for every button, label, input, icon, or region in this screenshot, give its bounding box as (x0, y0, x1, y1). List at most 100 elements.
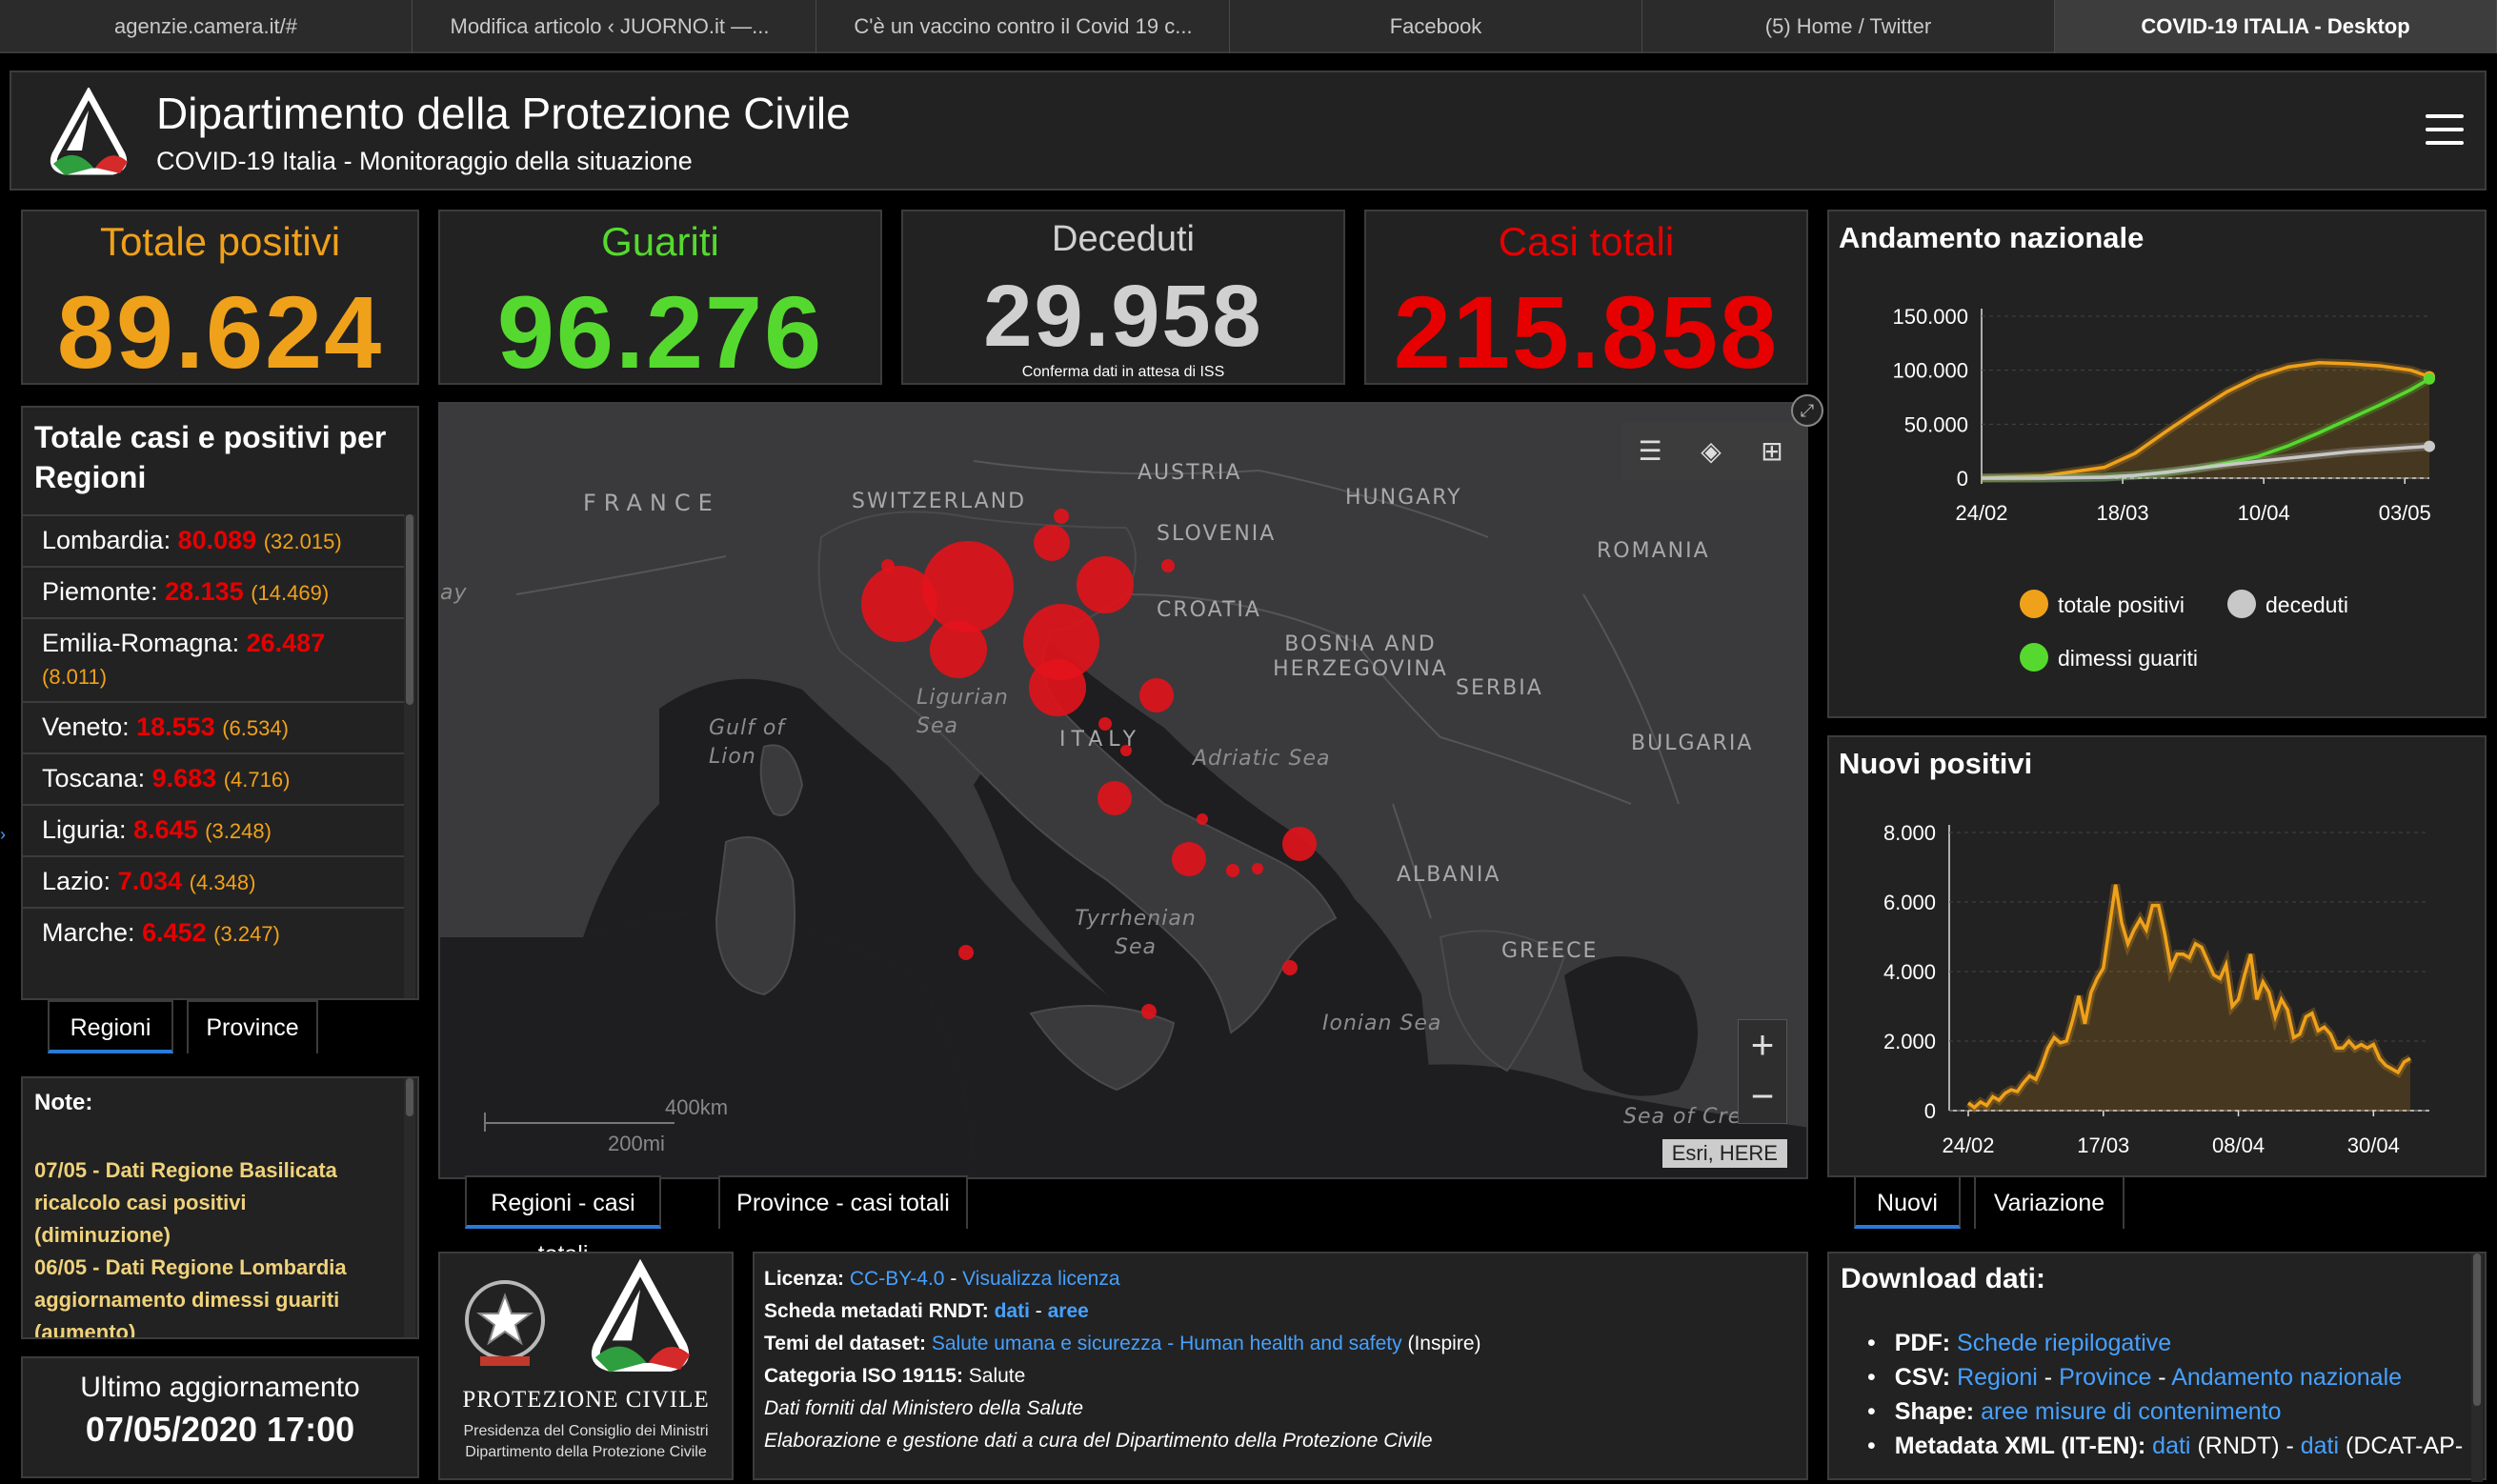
x-tick-label: 03/05 (2379, 501, 2431, 525)
list-item: Veneto: 18.553 (6.534) (23, 701, 408, 752)
tab-province-casi-totali[interactable]: Province - casi totali (718, 1175, 968, 1229)
browser-tab-active[interactable]: COVID-19 ITALIA - Desktop (2055, 0, 2497, 53)
list-item: Piemonte: 28.135 (14.469) (23, 566, 408, 617)
x-tick-label: 30/04 (2347, 1133, 2400, 1157)
page-title: Dipartimento della Protezione Civile (156, 89, 851, 138)
browser-tab[interactable]: Facebook (1230, 0, 1642, 53)
case-circle (881, 559, 895, 572)
zoom-control: + − (1738, 1019, 1787, 1124)
csv-andamento-link[interactable]: Andamento nazionale (2171, 1364, 2402, 1391)
metadata-areas-link[interactable]: aree (1048, 1300, 1089, 1322)
kpi-value: 215.858 (1393, 274, 1780, 390)
tab-regioni[interactable]: Regioni (48, 1000, 173, 1053)
tab-regioni-casi-totali[interactable]: Regioni - casi totali (465, 1175, 661, 1268)
download-csv: CSV: Regioni - Province - Andamento nazi… (1867, 1360, 2463, 1394)
metadata-data-link[interactable]: dati (995, 1300, 1030, 1322)
y-tick-label: 4.000 (1883, 960, 1936, 984)
csv-regioni-link[interactable]: Regioni (1957, 1364, 2038, 1391)
source-line: Dati forniti dal Ministero della Salute (764, 1397, 1083, 1419)
list-item: Toscana: 9.683 (4.716) (23, 752, 408, 804)
shape-link[interactable]: aree misure di contenimento (1981, 1398, 2281, 1425)
themes-link[interactable]: Salute umana e sicurezza - Human health … (932, 1333, 1402, 1354)
chevron-right-icon[interactable]: › (0, 825, 8, 848)
download-panel: Download dati: PDF: Schede riepilogative… (1827, 1252, 2487, 1482)
list-item: Liguria: 8.645 (3.248) (23, 804, 408, 855)
map-scalebar: 400km 200mi (484, 1095, 728, 1155)
dashboard-header: Dipartimento della Protezione Civile COV… (10, 70, 2487, 191)
csv-province-link[interactable]: Province (2059, 1364, 2151, 1391)
license-line: Licenza: CC-BY-4.0 - Visualizza licenza (764, 1268, 1120, 1290)
y-tick-label: 50.000 (1904, 412, 1968, 436)
kpi-value: 29.958 (983, 268, 1263, 365)
download-scrollbar[interactable] (2471, 1253, 2483, 1482)
protezione-civile-logo (50, 88, 128, 175)
regions-list[interactable]: Lombardia: 80.089 (32.015) Piemonte: 28.… (23, 514, 408, 998)
kpi-value: 96.276 (496, 274, 824, 390)
download-xml: Metadata XML (IT-EN): dati (RNDT) - dati… (1867, 1429, 2463, 1463)
kpi-label: Guariti (601, 219, 719, 264)
case-circle (922, 541, 1014, 632)
legend-marker (2227, 590, 2256, 618)
protezione-civile-logo (591, 1259, 691, 1373)
note-item: 07/05 - Dati Regione Basilicata ricalcol… (34, 1158, 337, 1247)
legend-item[interactable]: totale positivi (2020, 590, 2185, 621)
case-circle (861, 566, 937, 642)
x-tick-label: 17/03 (2077, 1133, 2129, 1157)
case-circle (1252, 863, 1263, 874)
chart-national-plot: 0 50.000 100.000 150.000 24/02 18/03 10/04 03/0… (1892, 305, 2435, 525)
pdf-link[interactable]: Schede riepilogative (1957, 1330, 2171, 1356)
y-tick-label: 2.000 (1883, 1030, 1936, 1053)
browser-tab[interactable]: Modifica articolo ‹ JUORNO.it —... (404, 0, 816, 53)
kpi-label: Deceduti (1052, 219, 1195, 259)
legend-marker (2020, 643, 2048, 672)
regions-scrollbar[interactable] (404, 514, 415, 998)
map-view[interactable]: FRANCE SWITZERLAND AUSTRIA HUNGARY SLOVE… (438, 402, 1808, 1179)
map-attribution[interactable]: Esri, HERE (1661, 1139, 1787, 1168)
y-tick-label: 100.000 (1892, 359, 1968, 383)
themes-line: Temi del dataset: Salute umana e sicurez… (764, 1333, 1481, 1354)
legend-list-icon[interactable]: ☰ (1631, 432, 1669, 471)
tab-nuovi[interactable]: Nuovi (1854, 1175, 1961, 1229)
download-title: Download dati: (1841, 1263, 2045, 1294)
list-item: Lombardia: 80.089 (32.015) (23, 514, 408, 566)
download-shape: Shape: aree misure di contenimento (1867, 1394, 2463, 1429)
regions-title: Totale casi e positivi per Regioni (34, 420, 387, 494)
layers-icon[interactable]: ◈ (1692, 432, 1730, 471)
series-area (1982, 362, 2429, 478)
last-update-label: Ultimo aggiornamento (80, 1372, 360, 1403)
tab-province[interactable]: Province (187, 1000, 318, 1053)
zoom-in-button[interactable]: + (1739, 1020, 1786, 1072)
kpi-guariti: Guariti 96.276 (438, 210, 882, 390)
metadata-line: Scheda metadati RNDT: dati - aree (764, 1300, 1089, 1322)
browser-tab[interactable]: C'è un vaccino contro il Covid 19 c... (817, 0, 1230, 53)
case-circle (1141, 1004, 1157, 1019)
regions-panel: Totale casi e positivi per Regioni Lomba… (21, 406, 419, 1000)
case-circle (958, 945, 974, 960)
pc-line1: Presidenza del Consiglio dei Ministri (463, 1423, 709, 1439)
last-update-panel: Ultimo aggiornamento 07/05/2020 17:00 (21, 1356, 419, 1478)
zoom-out-button[interactable]: − (1739, 1072, 1786, 1123)
expand-icon[interactable]: ⤢ (1791, 394, 1823, 427)
xml-rndt-link[interactable]: dati (2152, 1433, 2190, 1459)
iso-line: Categoria ISO 19115: Salute (764, 1365, 1026, 1387)
browser-tab[interactable]: agenzie.camera.it/# (0, 0, 413, 53)
license-panel: Licenza: CC-BY-4.0 - Visualizza licenza … (753, 1252, 1808, 1480)
browser-tab[interactable]: (5) Home / Twitter (1642, 0, 2055, 53)
view-license-link[interactable]: Visualizza licenza (962, 1268, 1119, 1290)
y-tick-label: 6.000 (1883, 891, 1936, 914)
basemap-gallery-icon[interactable]: ⊞ (1753, 432, 1791, 471)
license-link[interactable]: CC-BY-4.0 (850, 1268, 945, 1290)
map-toolbar: ☰ ◈ ⊞ (1621, 423, 1806, 480)
legend-item[interactable]: dimessi guariti (2020, 643, 2198, 674)
case-circle (1197, 813, 1208, 825)
tab-variazione[interactable]: Variazione (1974, 1175, 2124, 1229)
chart-national-panel: Andamento nazionale 0 50.000 100.000 150.00… (1827, 210, 2487, 718)
browser-tab-bar: agenzie.camera.it/# Modifica articolo ‹ … (0, 0, 2497, 53)
xml-dcat-link[interactable]: dati (2301, 1433, 2339, 1459)
chart-new-panel: Nuovi positivi 0 2.000 4.000 6.000 8.000 24/0… (1827, 735, 2487, 1177)
menu-icon[interactable] (2426, 114, 2464, 147)
legend-item[interactable]: deceduti (2227, 590, 2348, 621)
case-circle (1054, 509, 1069, 524)
notes-scrollbar[interactable] (404, 1078, 415, 1337)
case-circle (1034, 525, 1070, 561)
